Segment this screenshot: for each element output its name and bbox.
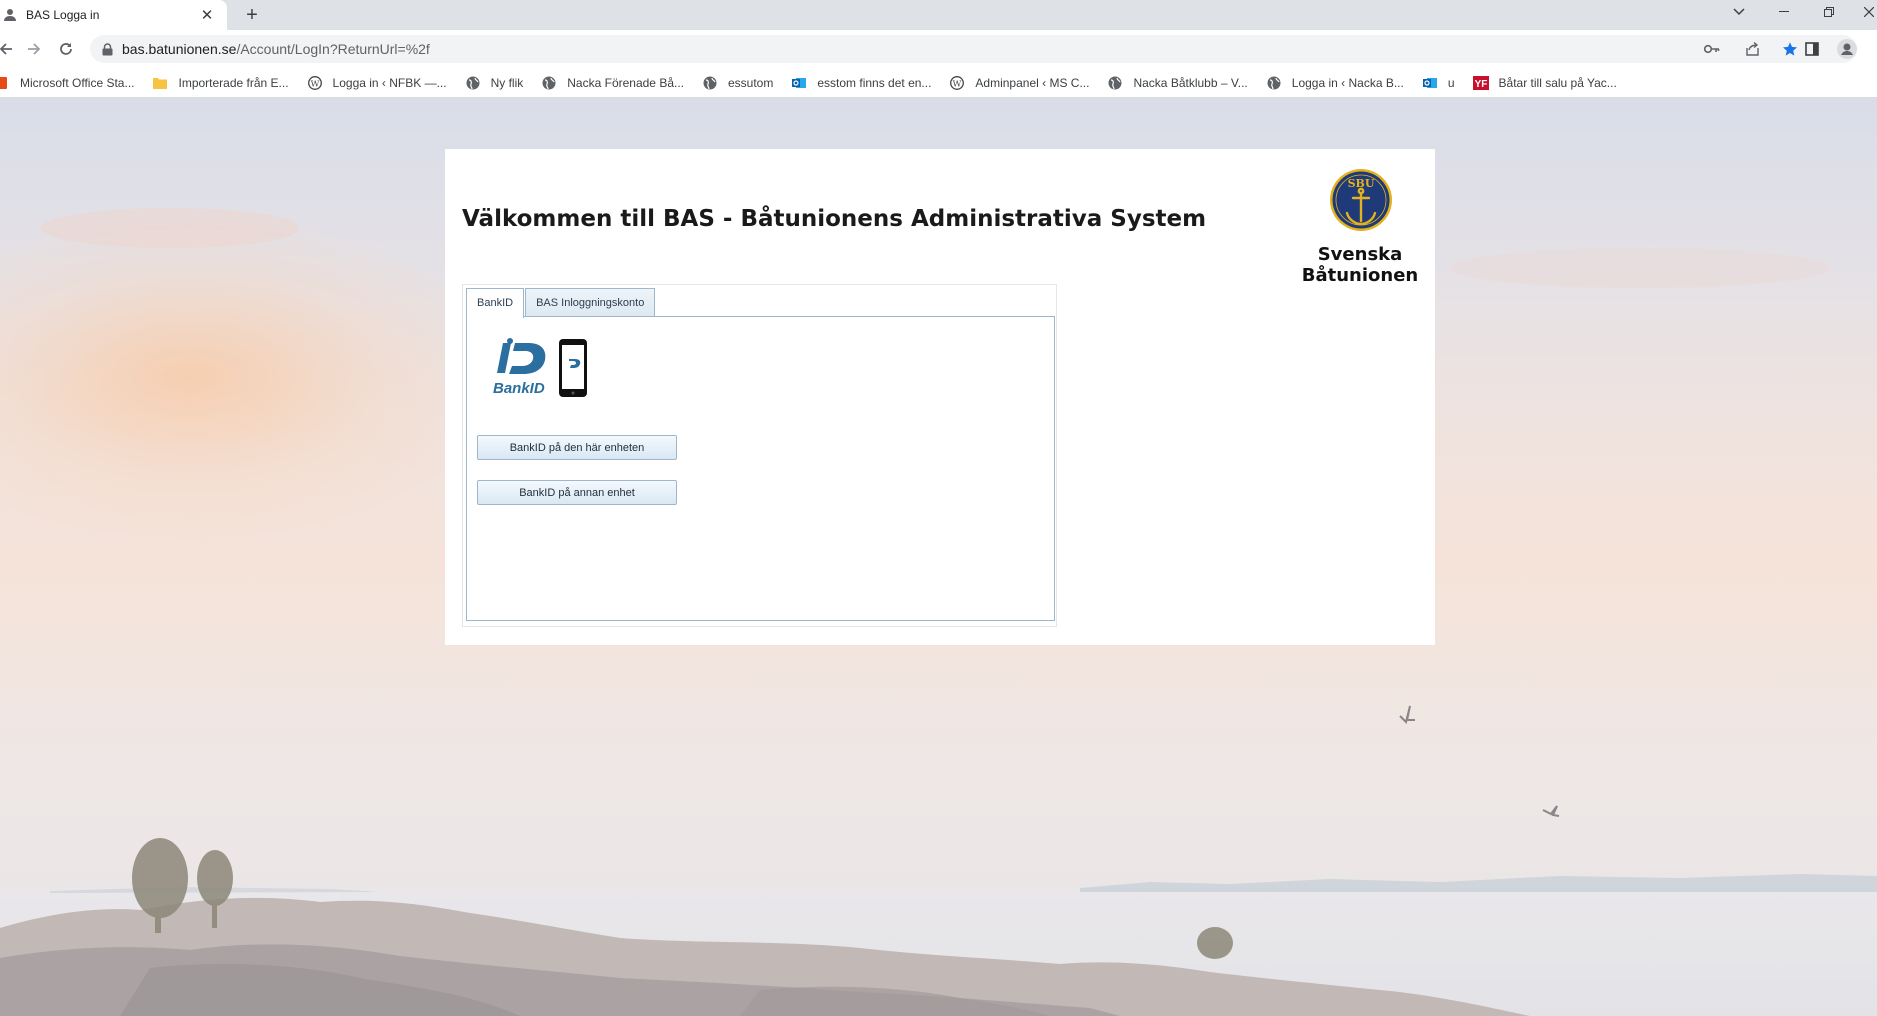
bookmark-label: Microsoft Office Sta...	[20, 75, 135, 90]
bookmark-item[interactable]: Ny flik	[465, 75, 524, 91]
page-viewport: Välkommen till BAS - Båtunionens Adminis…	[0, 98, 1877, 1016]
bookmarks-bar: Microsoft Office Sta... Importerade från…	[0, 68, 1877, 98]
svg-text:W: W	[953, 79, 962, 89]
back-icon[interactable]	[0, 37, 18, 61]
close-window-icon[interactable]	[1860, 0, 1877, 24]
bookmark-item[interactable]: YF Båtar till salu på Yac...	[1472, 75, 1617, 91]
restore-icon[interactable]	[1820, 0, 1838, 24]
bookmark-label: Båtar till salu på Yac...	[1498, 75, 1617, 90]
share-icon[interactable]	[1742, 39, 1762, 59]
bookmark-item[interactable]: Logga in ‹ Nacka B...	[1266, 75, 1404, 91]
bookmark-label: Nacka Förenade Bå...	[567, 75, 684, 90]
globe-icon	[702, 75, 718, 91]
browser-tabstrip: BAS Logga in ✕ +	[0, 0, 1877, 30]
forward-icon[interactable]	[22, 37, 46, 61]
login-tab-list: BankID BAS Inloggningskonto	[466, 288, 656, 318]
bookmark-label: Logga in ‹ Nacka B...	[1291, 75, 1404, 90]
minimize-icon[interactable]	[1775, 0, 1793, 24]
bookmark-label: Logga in ‹ NFBK —...	[332, 75, 447, 90]
outlook-icon	[1422, 75, 1438, 91]
globe-icon	[1107, 75, 1123, 91]
bookmark-item[interactable]: esstom finns det en...	[791, 75, 931, 91]
bookmark-item[interactable]: W Logga in ‹ NFBK —...	[307, 75, 447, 91]
browser-tab[interactable]: BAS Logga in ✕	[0, 0, 227, 30]
bookmark-label: Ny flik	[490, 75, 524, 90]
bookmark-label: essutom	[728, 75, 774, 90]
page-title: Välkommen till BAS - Båtunionens Adminis…	[462, 206, 1207, 232]
bookmark-item[interactable]: u	[1422, 75, 1455, 91]
bookmark-label: Adminpanel ‹ MS C...	[975, 75, 1090, 90]
bookmark-label: u	[1447, 75, 1455, 90]
user-favicon-icon	[2, 7, 18, 23]
lock-icon[interactable]	[100, 42, 114, 56]
folder-icon	[152, 75, 168, 91]
tab-bankid[interactable]: BankID	[466, 288, 525, 318]
side-panel-icon[interactable]	[1800, 37, 1824, 61]
yf-icon: YF	[1472, 75, 1489, 91]
bankid-other-device-button[interactable]: BankID på annan enhet	[477, 480, 677, 505]
bookmark-item[interactable]: Microsoft Office Sta...	[0, 75, 134, 91]
bookmark-folder[interactable]: Importerade från E...	[152, 75, 289, 91]
tab-title: BAS Logga in	[26, 8, 100, 22]
bankid-tab-panel: BankID BankID på den här enheten BankID …	[466, 316, 1055, 621]
sbu-wordmark: Svenska Båtunionen	[1275, 244, 1445, 286]
bookmark-label: esstom finns det en...	[817, 75, 932, 90]
password-key-icon[interactable]	[1702, 39, 1722, 59]
bookmark-label: Importerade från E...	[178, 75, 289, 90]
svg-text:YF: YF	[1474, 79, 1487, 90]
bankid-this-device-button[interactable]: BankID på den här enheten	[477, 435, 677, 460]
login-panel: Välkommen till BAS - Båtunionens Adminis…	[445, 149, 1435, 645]
outlook-icon	[791, 75, 807, 91]
sbu-wordmark-line1: Svenska	[1317, 244, 1403, 265]
sbu-wordmark-line2: Båtunionen	[1301, 265, 1419, 286]
url-text: bas.batunionen.se/Account/LogIn?ReturnUr…	[122, 41, 430, 57]
tab-search-icon[interactable]	[1730, 0, 1748, 24]
bookmark-item[interactable]: Nacka Förenade Bå...	[541, 75, 684, 91]
globe-icon	[465, 75, 481, 91]
bookmark-item[interactable]: W Adminpanel ‹ MS C...	[949, 75, 1089, 91]
bookmark-item[interactable]: essutom	[702, 75, 773, 91]
bookmark-label: Nacka Båtklubb – V...	[1133, 75, 1248, 90]
tab-bas-account[interactable]: BAS Inloggningskonto	[525, 288, 656, 317]
svg-text:BankID: BankID	[493, 380, 545, 397]
wordpress-icon: W	[307, 75, 323, 91]
profile-avatar-icon[interactable]	[1835, 37, 1859, 61]
reload-icon[interactable]	[54, 37, 78, 61]
tab-close-icon[interactable]: ✕	[199, 7, 215, 24]
svg-text:W: W	[310, 79, 319, 89]
bankid-logo: BankID	[493, 338, 587, 397]
address-bar[interactable]: bas.batunionen.se/Account/LogIn?ReturnUr…	[90, 35, 1857, 63]
browser-toolbar: bas.batunionen.se/Account/LogIn?ReturnUr…	[0, 30, 1877, 68]
office-icon	[0, 75, 10, 91]
wordpress-icon: W	[949, 75, 965, 91]
new-tab-button[interactable]: +	[240, 3, 264, 27]
bookmark-item[interactable]: Nacka Båtklubb – V...	[1107, 75, 1248, 91]
login-tabs: BankID BAS Inloggningskonto BankID BankI…	[462, 284, 1057, 627]
globe-icon	[1266, 75, 1282, 91]
globe-icon	[541, 75, 557, 91]
bookmark-star-icon[interactable]	[1780, 39, 1800, 59]
